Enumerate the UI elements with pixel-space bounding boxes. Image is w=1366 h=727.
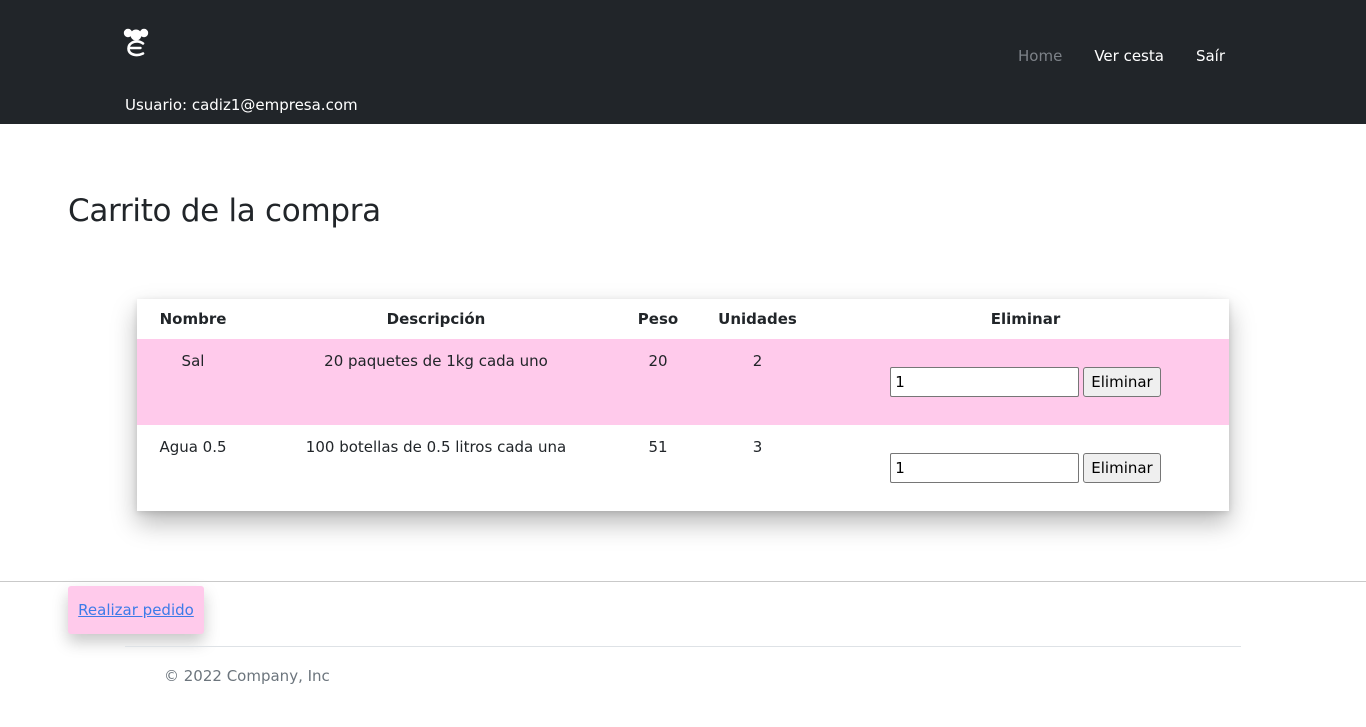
cart-table: Nombre Descripción Peso Unidades Elimina… [137, 299, 1229, 511]
table-header-row: Nombre Descripción Peso Unidades Elimina… [137, 299, 1229, 339]
page-title: Carrito de la compra [68, 193, 381, 229]
cell-description: 100 botellas de 0.5 litros cada una [305, 438, 567, 456]
footer-copyright: © 2022 Company, Inc [164, 667, 330, 685]
cell-name: Agua 0.5 [159, 438, 227, 456]
cell-remove-actions: Eliminar [822, 339, 1229, 425]
table-row: Sal 20 paquetes de 1kg cada uno 20 2 Eli… [137, 339, 1229, 425]
remove-quantity-input[interactable] [890, 453, 1080, 483]
cell-weight: 51 [648, 438, 668, 456]
column-header-name: Nombre [159, 310, 227, 328]
footer-divider [125, 646, 1241, 647]
cart-table-card: Nombre Descripción Peso Unidades Elimina… [137, 299, 1229, 511]
mouse-logo-icon[interactable] [122, 26, 150, 58]
column-header-remove: Eliminar [990, 310, 1061, 328]
nav-logout-link[interactable]: Saír [1196, 45, 1225, 67]
cell-name: Sal [181, 352, 205, 370]
cell-units: 3 [752, 438, 763, 456]
cell-units: 2 [752, 352, 763, 370]
column-header-units: Unidades [718, 310, 797, 328]
remove-form: Eliminar [890, 453, 1161, 483]
remove-button[interactable]: Eliminar [1083, 367, 1161, 397]
user-label: Usuario: cadiz1@empresa.com [125, 96, 358, 114]
table-row: Agua 0.5 100 botellas de 0.5 litros cada… [137, 425, 1229, 511]
remove-button[interactable]: Eliminar [1083, 453, 1161, 483]
cell-weight: 20 [648, 352, 668, 370]
cell-description: 20 paquetes de 1kg cada uno [324, 352, 548, 370]
remove-quantity-input[interactable] [890, 367, 1080, 397]
cell-remove-actions: Eliminar [822, 425, 1229, 511]
remove-form: Eliminar [890, 367, 1161, 397]
nav-home-link[interactable]: Home [1018, 45, 1062, 67]
place-order-link[interactable]: Realizar pedido [78, 601, 194, 619]
section-divider [0, 581, 1366, 582]
nav-view-basket-link[interactable]: Ver cesta [1094, 45, 1164, 67]
place-order-button[interactable]: Realizar pedido [68, 586, 204, 634]
column-header-description: Descripción [386, 310, 486, 328]
main-nav: Home Ver cesta Saír [986, 45, 1225, 67]
column-header-weight: Peso [637, 310, 679, 328]
top-navbar: Home Ver cesta Saír Usuario: cadiz1@empr… [0, 0, 1366, 124]
